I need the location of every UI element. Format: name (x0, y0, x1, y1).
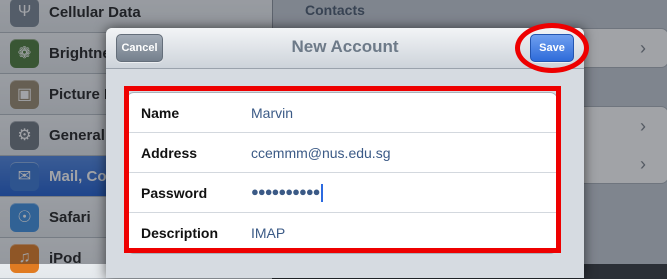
modal-nav-bar: New Account Cancel Save (106, 28, 584, 69)
cancel-button[interactable]: Cancel (116, 34, 163, 62)
modal-title: New Account (291, 37, 399, 56)
save-highlight-circle (515, 23, 589, 73)
form-highlight-box (124, 86, 561, 253)
